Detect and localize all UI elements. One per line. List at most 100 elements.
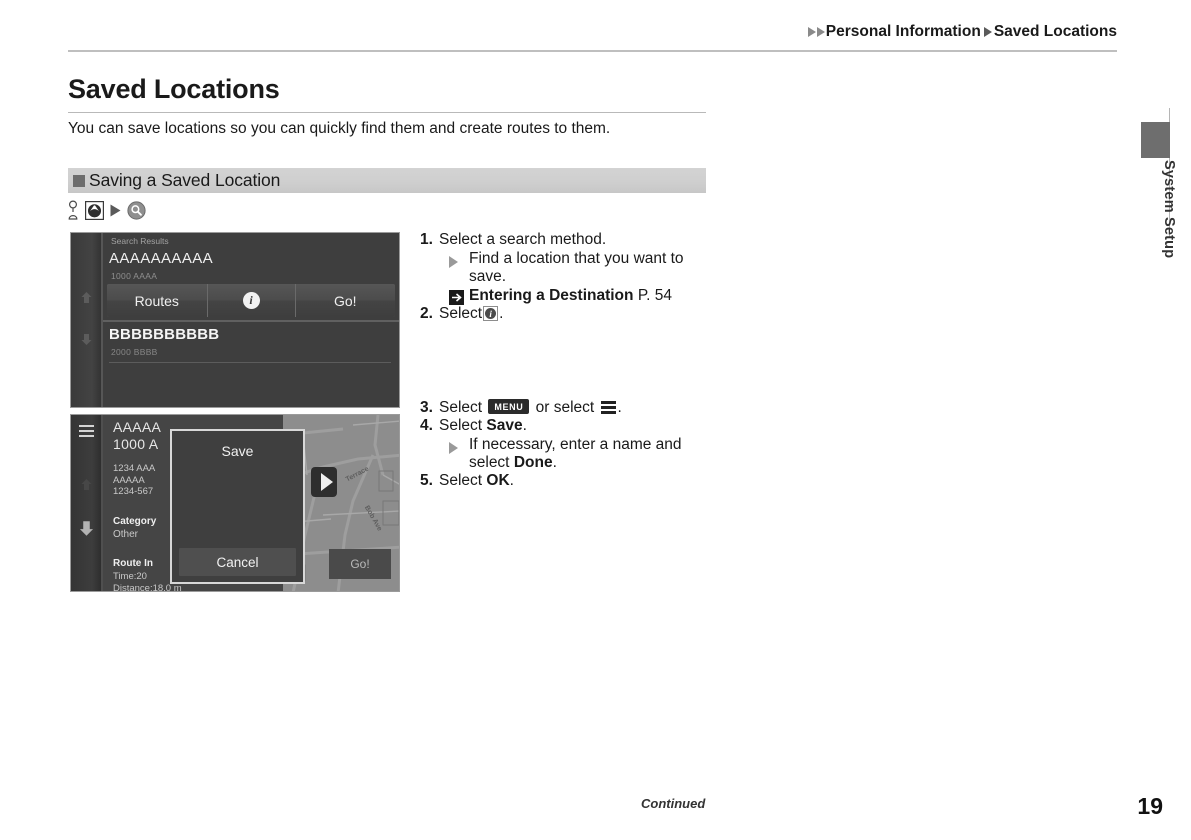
screenshot-search-results: Search Results AAAAAAAAAA 1000 AAAA Rout… <box>70 232 400 408</box>
result-2-divider <box>109 362 391 363</box>
step-4-subnote: If necessary, enter a name and select Do… <box>439 436 720 472</box>
step-2-text-before: Select <box>439 305 483 322</box>
scroll-up-icon[interactable] <box>80 291 93 304</box>
hamburger-icon-inline[interactable] <box>600 401 616 414</box>
side-tab-label[interactable]: System Setup <box>1161 160 1177 258</box>
title-divider <box>68 112 706 113</box>
save-dialog: Save Cancel <box>170 429 305 584</box>
intro-text: You can save locations so you can quickl… <box>68 120 611 137</box>
scroll-rail-2[interactable] <box>71 415 101 591</box>
step-3-text-after: . <box>617 399 622 416</box>
steps-spacer <box>420 323 720 399</box>
info-button[interactable]: i <box>207 284 296 317</box>
reference-page: P. 54 <box>637 287 673 304</box>
category-label: Category <box>113 516 157 527</box>
page-number: 19 <box>1137 793 1163 819</box>
step-5-text-after: . <box>509 472 514 489</box>
place-address: 1234 AAA AAAAA 1234-567 <box>113 463 155 498</box>
step-1-subnote-text: Find a location that you want to save. <box>469 250 684 285</box>
scroll-down-icon-2[interactable] <box>78 520 95 537</box>
section-header: Saving a Saved Location <box>68 168 706 193</box>
goto-reference-icon <box>449 290 464 305</box>
step-4-subnote-bold: Done <box>513 454 553 471</box>
nav-path-icons <box>66 200 146 220</box>
header-divider <box>68 50 1117 52</box>
scroll-rail[interactable] <box>71 233 101 407</box>
arrow-right-icon <box>110 204 121 216</box>
side-tab-block <box>1141 122 1170 158</box>
scroll-up-icon-2[interactable] <box>80 478 93 491</box>
category-value: Other <box>113 529 139 540</box>
section-square-icon <box>73 174 85 187</box>
step-5-number: 5. <box>420 472 433 489</box>
step-4-number: 4. <box>420 417 433 434</box>
step-3-text-mid: or select <box>535 399 595 416</box>
breadcrumb-parent[interactable]: Personal Information <box>826 23 981 41</box>
home-boxed-icon <box>85 200 104 220</box>
step-4: 4. Select Save. If necessary, enter a na… <box>420 417 720 472</box>
step-5: 5. Select OK. <box>420 472 720 490</box>
breadcrumb-arrow-icon-2 <box>816 27 825 37</box>
sub-arrow-icon <box>449 256 458 268</box>
step-3-text-before: Select <box>439 399 483 416</box>
place-number: 1000 A <box>113 436 159 452</box>
step-4-text-before: Select <box>439 417 483 434</box>
breadcrumb-separator-icon <box>983 27 992 37</box>
footer-continued: Continued <box>641 796 706 811</box>
instruction-steps: 1. Select a search method. Find a locati… <box>420 231 720 490</box>
step-4-bold: Save <box>486 417 523 434</box>
page-title: Saved Locations <box>68 74 280 104</box>
step-1: 1. Select a search method. Find a locati… <box>420 231 720 305</box>
breadcrumb-current: Saved Locations <box>993 23 1117 40</box>
result-2-address: 2000 BBBB <box>111 347 158 357</box>
result-divider <box>103 320 399 322</box>
step-1-subnote: Find a location that you want to save. <box>439 250 720 286</box>
step-1-text: Select a search method. <box>439 231 607 248</box>
result-1-actions: Routes i Go! <box>107 284 395 317</box>
result-1-name[interactable]: AAAAAAAAAA <box>109 250 213 267</box>
step-4-text-after: . <box>522 417 527 434</box>
address-line-3: 1234-567 <box>113 486 154 497</box>
address-line-2: AAAAA <box>113 474 145 486</box>
step-4-subnote-after: . <box>552 454 557 471</box>
info-icon: i <box>242 292 260 309</box>
screenshot-save-dialog: Terrace Bob Ave Go! AAAAA 1000 A 1234 AA… <box>70 414 400 592</box>
rail-divider-2 <box>101 415 103 591</box>
step-3: 3. Select MENU or select . <box>420 399 720 417</box>
menu-hamburger-icon[interactable] <box>79 425 94 440</box>
breadcrumb: Personal Information Saved Locations <box>807 23 1117 41</box>
pin-icon <box>68 200 78 220</box>
step-2-number: 2. <box>420 305 433 322</box>
save-dialog-title: Save <box>221 443 254 459</box>
step-1-number: 1. <box>420 231 433 248</box>
map-go-button[interactable]: Go! <box>329 549 391 579</box>
step-4-subnote-text: If necessary, enter a name and select <box>469 436 682 471</box>
menu-key-icon[interactable]: MENU <box>488 399 530 414</box>
step-5-text-before: Select <box>439 472 483 489</box>
result-1-address: 1000 AAAA <box>111 271 158 281</box>
step-2: 2. Select i. <box>420 305 720 323</box>
result-2-name[interactable]: BBBBBBBBBB <box>109 326 219 343</box>
sub-arrow-icon-2 <box>449 442 458 454</box>
route-time: Time:20 <box>113 571 147 582</box>
routes-button[interactable]: Routes <box>107 284 208 317</box>
step-1-reference[interactable]: Entering a Destination P. 54 <box>439 287 720 305</box>
section-title: Saving a Saved Location <box>89 170 281 190</box>
step-3-number: 3. <box>420 399 433 416</box>
save-dialog-screen: Terrace Bob Ave Go! AAAAA 1000 A 1234 AA… <box>71 415 399 591</box>
address-line-1: 1234 AAA <box>113 463 156 474</box>
scroll-down-icon[interactable] <box>80 333 93 346</box>
route-info-label: Route In <box>113 558 153 569</box>
search-circle-icon <box>127 200 146 220</box>
save-dialog-cancel-button[interactable]: Cancel <box>179 548 296 576</box>
step-5-bold: OK <box>486 472 510 489</box>
search-results-screen: Search Results AAAAAAAAAA 1000 AAAA Rout… <box>71 233 399 407</box>
go-button[interactable]: Go! <box>295 284 395 317</box>
info-icon-inline[interactable]: i <box>483 306 499 321</box>
breadcrumb-arrow-icon <box>807 27 816 37</box>
search-results-body: Search Results AAAAAAAAAA 1000 AAAA Rout… <box>103 233 399 407</box>
place-name: AAAAA <box>113 419 162 435</box>
step-2-text-after: . <box>499 305 504 322</box>
search-results-header: Search Results <box>111 236 169 246</box>
reference-title[interactable]: Entering a Destination <box>469 287 634 304</box>
